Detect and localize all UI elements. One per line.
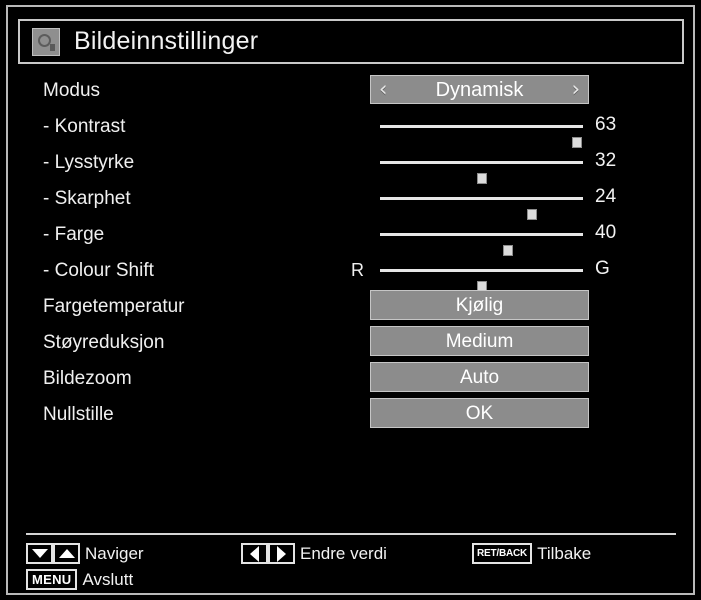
row-label-stoyreduksjon: Støyreduksjon bbox=[43, 331, 165, 353]
settings-list: Modus ‹ Dynamisk › - Kontrast 63 - Lysst… bbox=[18, 72, 684, 432]
row-control-bildezoom: Auto bbox=[348, 360, 684, 396]
arrow-left-icon[interactable] bbox=[241, 543, 268, 564]
row-label-lysstyrke: - Lysstyrke bbox=[43, 151, 135, 173]
settings-row-kontrast[interactable]: - Kontrast 63 bbox=[18, 108, 684, 148]
nullstille-ok-button[interactable]: OK bbox=[370, 398, 589, 428]
row-control-colour-shift: R G bbox=[348, 252, 684, 292]
lysstyrke-slider[interactable]: 32 bbox=[348, 144, 684, 184]
settings-row-stoyreduksjon[interactable]: Støyreduksjon Medium bbox=[18, 324, 684, 360]
skarphet-slider[interactable]: 24 bbox=[348, 180, 684, 220]
nullstille-value: OK bbox=[465, 402, 494, 424]
row-label-bildezoom: Bildezoom bbox=[43, 367, 132, 389]
settings-row-nullstille[interactable]: Nullstille OK bbox=[18, 396, 684, 432]
page-title: Bildeinnstillinger bbox=[74, 27, 259, 55]
fargetemperatur-option-box[interactable]: Kjølig bbox=[370, 290, 589, 320]
kontrast-slider-track[interactable] bbox=[380, 125, 583, 148]
kontrast-slider[interactable]: 63 bbox=[348, 108, 684, 148]
row-label-farge: - Farge bbox=[43, 223, 105, 245]
row-control-modus: ‹ Dynamisk › bbox=[348, 72, 684, 108]
hint-label-avslutt: Avslutt bbox=[82, 570, 134, 589]
row-control-farge: 40 bbox=[348, 216, 684, 256]
colour-shift-left-label: R bbox=[351, 260, 364, 280]
title-bar: Bildeinnstillinger bbox=[18, 19, 684, 64]
menu-key-icon[interactable]: MENU bbox=[26, 569, 78, 590]
farge-slider[interactable]: 40 bbox=[348, 216, 684, 256]
skarphet-value: 24 bbox=[595, 186, 617, 207]
row-control-fargetemperatur: Kjølig bbox=[348, 288, 684, 324]
stoyreduksjon-value: Medium bbox=[445, 330, 514, 352]
chevron-right-icon[interactable]: › bbox=[572, 79, 580, 100]
retback-key-icon[interactable]: RET/BACK bbox=[472, 543, 533, 564]
farge-value: 40 bbox=[595, 222, 617, 243]
hint-endre-verdi: Endre verdi bbox=[241, 543, 387, 564]
stoyreduksjon-option-box[interactable]: Medium bbox=[370, 326, 589, 356]
colour-shift-slider[interactable]: R G bbox=[348, 252, 684, 292]
bildezoom-value: Auto bbox=[459, 366, 500, 388]
row-control-nullstille: OK bbox=[348, 396, 684, 432]
row-control-skarphet: 24 bbox=[348, 180, 684, 220]
settings-row-farge[interactable]: - Farge 40 bbox=[18, 216, 684, 256]
row-label-kontrast: - Kontrast bbox=[43, 115, 126, 137]
row-control-lysstyrke: 32 bbox=[348, 144, 684, 184]
row-label-nullstille: Nullstille bbox=[43, 403, 114, 425]
hint-tilbake: RET/BACK Tilbake bbox=[472, 543, 591, 564]
settings-row-colour-shift[interactable]: - Colour Shift R G bbox=[18, 252, 684, 292]
colour-shift-slider-track[interactable] bbox=[380, 269, 583, 292]
picture-settings-icon-dot bbox=[50, 43, 55, 51]
footer-hints: Naviger MENU Avslutt Endre verdi RET/BAC… bbox=[26, 541, 676, 590]
settings-row-skarphet[interactable]: - Skarphet 24 bbox=[18, 180, 684, 220]
hint-label-naviger: Naviger bbox=[85, 544, 144, 563]
farge-slider-track[interactable] bbox=[380, 233, 583, 256]
hint-avslutt: MENU Avslutt bbox=[26, 569, 133, 590]
tv-picture-settings-screen: Bildeinnstillinger Modus ‹ Dynamisk › - … bbox=[0, 0, 701, 600]
colour-shift-value: G bbox=[595, 258, 610, 279]
row-label-fargetemperatur: Fargetemperatur bbox=[43, 295, 185, 317]
hint-label-tilbake: Tilbake bbox=[537, 544, 592, 563]
picture-settings-icon bbox=[32, 27, 60, 56]
settings-row-lysstyrke[interactable]: - Lysstyrke 32 bbox=[18, 144, 684, 184]
modus-spinner[interactable]: ‹ Dynamisk › bbox=[370, 75, 589, 104]
row-label-colour-shift: - Colour Shift bbox=[43, 259, 154, 281]
row-control-kontrast: 63 bbox=[348, 108, 684, 148]
arrow-up-icon[interactable] bbox=[53, 543, 80, 564]
settings-row-modus[interactable]: Modus ‹ Dynamisk › bbox=[18, 72, 684, 108]
lysstyrke-slider-track[interactable] bbox=[380, 161, 583, 184]
lysstyrke-value: 32 bbox=[595, 150, 617, 171]
footer-divider bbox=[26, 533, 676, 535]
row-control-stoyreduksjon: Medium bbox=[348, 324, 684, 360]
skarphet-slider-track[interactable] bbox=[380, 197, 583, 220]
settings-row-bildezoom[interactable]: Bildezoom Auto bbox=[18, 360, 684, 396]
bildezoom-option-box[interactable]: Auto bbox=[370, 362, 589, 392]
row-label-modus: Modus bbox=[43, 79, 101, 101]
arrow-down-icon[interactable] bbox=[26, 543, 53, 564]
chevron-left-icon[interactable]: ‹ bbox=[379, 79, 387, 100]
hint-naviger: Naviger bbox=[26, 543, 144, 564]
hint-label-endre-verdi: Endre verdi bbox=[300, 544, 387, 563]
arrow-right-icon[interactable] bbox=[268, 543, 295, 564]
settings-row-fargetemperatur[interactable]: Fargetemperatur Kjølig bbox=[18, 288, 684, 324]
modus-value: Dynamisk bbox=[435, 78, 524, 101]
row-label-skarphet: - Skarphet bbox=[43, 187, 131, 209]
fargetemperatur-value: Kjølig bbox=[455, 294, 504, 316]
kontrast-value: 63 bbox=[595, 114, 617, 135]
